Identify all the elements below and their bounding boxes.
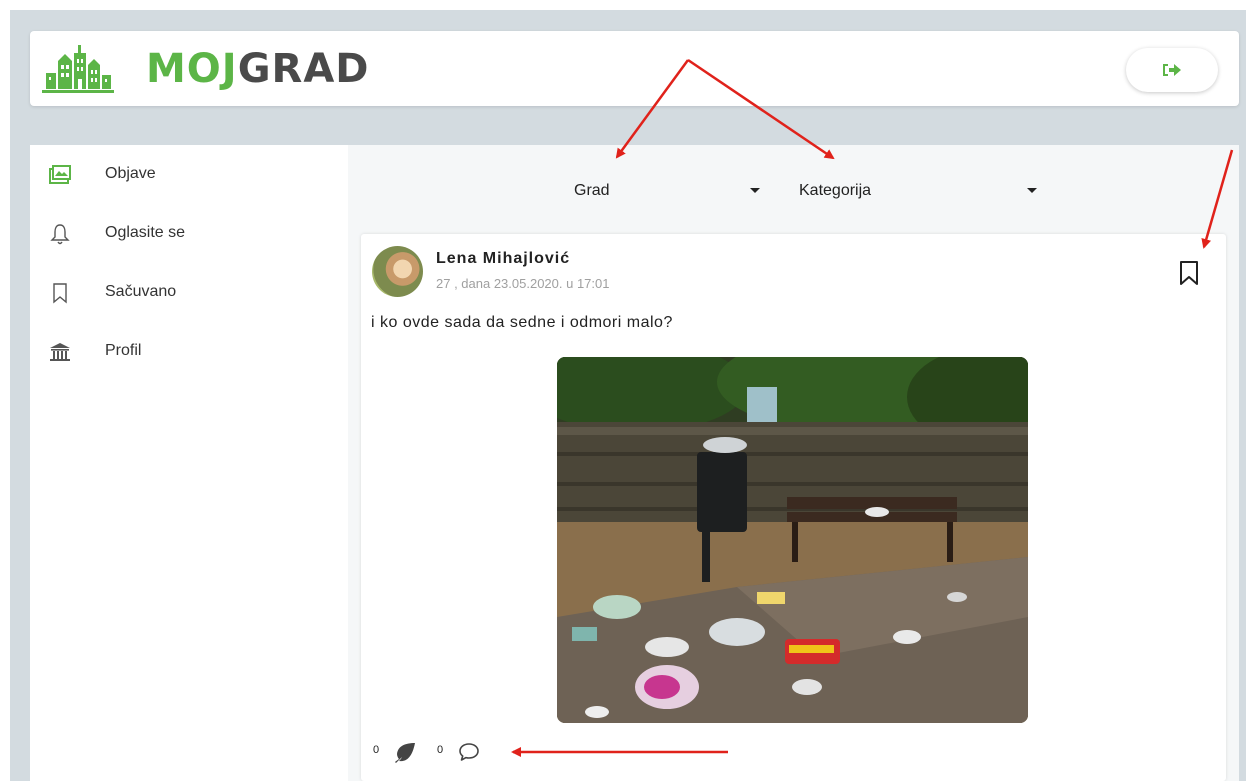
sidebar-item-label: Sačuvano <box>105 283 177 300</box>
sidebar-item-sacuvano[interactable]: Sačuvano <box>30 273 348 313</box>
post-author[interactable]: Lena Mihajlović <box>436 250 570 268</box>
bell-icon <box>50 224 70 245</box>
post-photo[interactable] <box>557 357 1028 723</box>
bookmark-icon <box>53 283 67 304</box>
city-logo-icon <box>42 45 114 93</box>
app-logo-text: MOJGRAD <box>146 47 370 91</box>
sidebar-item-objave[interactable]: Objave <box>30 155 348 195</box>
sign-out-icon <box>1163 64 1181 76</box>
post-text: i ko ovde sada da sedne i odmori malo? <box>371 314 673 331</box>
city-select[interactable]: Grad <box>574 177 764 205</box>
sidebar-item-label: Profil <box>105 342 142 359</box>
logo-moj: MOJ <box>146 46 238 92</box>
main-panel: Objave Oglasite se Sačuvano Profil Grad … <box>30 145 1239 781</box>
post-card: Lena Mihajlović 27 , dana 23.05.2020. u … <box>361 234 1226 781</box>
comments-count: 0 <box>437 744 444 756</box>
posts-icon <box>49 165 71 184</box>
institution-icon <box>50 343 70 361</box>
filter-bar: Grad Kategorija <box>348 145 1239 235</box>
chevron-down-icon <box>1027 188 1037 193</box>
city-select-label: Grad <box>574 182 610 199</box>
sidebar-item-oglasite-se[interactable]: Oglasite se <box>30 214 348 254</box>
category-select[interactable]: Kategorija <box>799 177 1039 205</box>
feed-content: Grad Kategorija Lena Mihajlović 27 , dan… <box>348 145 1239 781</box>
bookmark-icon[interactable] <box>1178 260 1200 286</box>
category-select-label: Kategorija <box>799 182 872 199</box>
logout-button[interactable] <box>1126 48 1218 92</box>
chevron-down-icon <box>750 188 760 193</box>
likes-count: 0 <box>373 744 380 756</box>
avatar[interactable] <box>372 246 423 297</box>
logo-grad: GRAD <box>237 46 370 92</box>
post-meta: 27 , dana 23.05.2020. u 17:01 <box>436 276 610 291</box>
sidebar-item-profil[interactable]: Profil <box>30 332 348 372</box>
comment-icon[interactable] <box>457 740 481 764</box>
sidebar: Objave Oglasite se Sačuvano Profil <box>30 145 348 781</box>
top-header: MOJGRAD <box>30 31 1239 106</box>
sidebar-item-label: Oglasite se <box>105 224 186 241</box>
leaf-icon[interactable] <box>393 740 417 764</box>
post-actions: 0 0 <box>371 737 571 767</box>
sidebar-item-label: Objave <box>105 165 156 182</box>
